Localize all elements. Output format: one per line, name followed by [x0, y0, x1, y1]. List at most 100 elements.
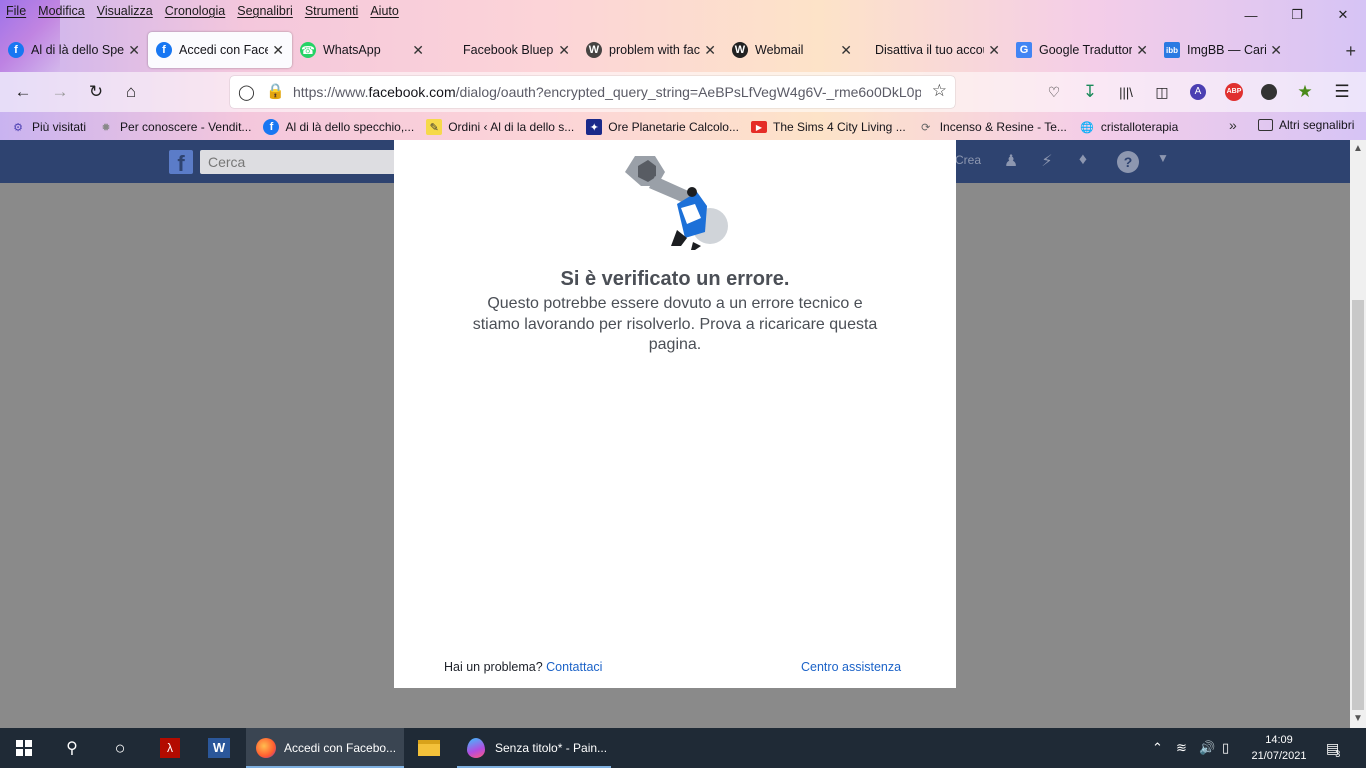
help-line: Hai un problema? Contattaci — [444, 660, 602, 674]
bookmark-label: Altri segnalibri — [1279, 118, 1355, 132]
bookmark-star-icon[interactable]: ☆ — [932, 81, 947, 101]
google-translate-icon: G — [1016, 42, 1032, 58]
bookmark-ore-planetarie[interactable]: ✦ Ore Planetarie Calcolo... — [586, 119, 739, 135]
tab-al-di-la[interactable]: f Al di là dello Spe ✕ — [0, 32, 148, 68]
bookmark-piu-visitati[interactable]: ⚙ Più visitati — [10, 119, 86, 135]
scrollbar-thumb[interactable] — [1352, 300, 1364, 710]
adblock-icon[interactable]: ABP — [1220, 78, 1248, 106]
tab-google-traduttore[interactable]: G Google Traduttor ✕ — [1008, 32, 1156, 68]
messenger-icon[interactable]: ⚡ — [1036, 151, 1058, 173]
menu-modifica[interactable]: Modifica — [38, 4, 85, 18]
tab-problem-with-fac[interactable]: W problem with fac ✕ — [578, 32, 724, 68]
browser-chrome: File Modifica Visualizza Cronologia Segn… — [0, 0, 1366, 140]
tab-label: Webmail — [755, 43, 804, 57]
close-icon[interactable]: ✕ — [128, 42, 140, 59]
bookmark-the-sims[interactable]: ▶ The Sims 4 City Living ... — [750, 120, 906, 134]
windows-taskbar: ⚲ ○ λ W Accedi con Facebo... Senza titol… — [0, 728, 1366, 768]
file-explorer-icon[interactable] — [405, 728, 453, 768]
new-tab-button[interactable]: + — [1345, 41, 1356, 62]
tab-label: Disattiva il tuo accou — [875, 43, 985, 57]
tab-whatsapp[interactable]: ☎ WhatsApp ✕ — [292, 32, 432, 68]
youtube-icon: ▶ — [750, 121, 767, 133]
facebook-icon: f — [156, 42, 172, 58]
volume-icon[interactable]: 🔊 — [1199, 740, 1215, 756]
close-icon[interactable]: ✕ — [1270, 42, 1282, 59]
tab-imgbb[interactable]: ibb ImgBB — Carica ✕ — [1156, 32, 1290, 68]
tab-accedi-con-facebook[interactable]: f Accedi con Faceb ✕ — [148, 32, 292, 68]
error-dialog: Si è verificato un errore. Questo potreb… — [394, 140, 956, 688]
bookmark-per-conoscere[interactable]: ✹ Per conoscere - Vendit... — [98, 119, 251, 135]
scroll-up-arrow-icon[interactable]: ▲ — [1350, 141, 1366, 157]
taskbar-app-firefox[interactable]: Accedi con Facebo... — [246, 728, 404, 768]
friends-icon[interactable]: ♟ — [1000, 151, 1022, 173]
restore-button[interactable]: ❐ — [1274, 0, 1320, 30]
system-clock[interactable]: 14:09 21/07/2021 — [1250, 732, 1308, 764]
menu-segnalibri[interactable]: Segnalibri — [237, 4, 293, 18]
pocket-icon[interactable]: ♡ — [1040, 78, 1068, 106]
sidebar-icon[interactable]: ◫ — [1148, 78, 1176, 106]
battery-icon[interactable]: ▯ — [1222, 740, 1229, 756]
taskbar-app-paint[interactable]: Senza titolo* - Pain... — [457, 728, 611, 768]
close-icon[interactable]: ✕ — [704, 42, 716, 59]
taskbar-app-label: Accedi con Facebo... — [284, 741, 397, 755]
close-icon[interactable]: ✕ — [840, 42, 852, 59]
home-button[interactable]: ⌂ — [117, 78, 145, 106]
menu-file[interactable]: File — [6, 4, 26, 18]
search-icon[interactable]: ⚲ — [48, 728, 96, 768]
facebook-search-input[interactable]: Cerca — [200, 150, 400, 174]
notifications-bell-icon[interactable]: ♦ — [1072, 151, 1094, 173]
close-icon[interactable]: ✕ — [988, 42, 1000, 59]
forward-button[interactable]: → — [46, 78, 74, 106]
close-icon[interactable]: ✕ — [1136, 42, 1148, 59]
web-page-content: f Cerca Crea ♟ ⚡ ♦ ? ▼ Si è verificato u… — [0, 140, 1350, 728]
account-icon[interactable]: A — [1184, 78, 1212, 106]
menu-aiuto[interactable]: Aiuto — [370, 4, 399, 18]
extension-alert-icon[interactable]: ★ — [1291, 78, 1319, 106]
window-controls: — ❐ ✕ — [1228, 0, 1366, 30]
bookmark-label: Ore Planetarie Calcolo... — [608, 120, 739, 134]
menu-visualizza[interactable]: Visualizza — [97, 4, 153, 18]
close-icon[interactable]: ✕ — [558, 42, 570, 59]
tab-facebook-blueprint[interactable]: Facebook Blueprint: F ✕ — [432, 32, 578, 68]
close-icon[interactable]: ✕ — [412, 42, 424, 59]
back-button[interactable]: ← — [9, 78, 37, 106]
extension-icon[interactable] — [1255, 78, 1283, 106]
acrobat-icon[interactable]: λ — [146, 728, 194, 768]
bookmark-label: Incenso & Resine - Te... — [939, 120, 1067, 134]
shield-icon[interactable]: ◯ — [238, 83, 255, 101]
chevron-down-icon[interactable]: ▼ — [1152, 151, 1174, 173]
scroll-down-arrow-icon[interactable]: ▼ — [1350, 711, 1366, 727]
minimize-button[interactable]: — — [1228, 0, 1274, 30]
chevron-right-icon[interactable]: » — [1229, 117, 1237, 133]
create-link[interactable]: Crea — [955, 153, 981, 167]
help-center-link[interactable]: Centro assistenza — [801, 660, 901, 674]
menu-cronologia[interactable]: Cronologia — [165, 4, 225, 18]
download-icon[interactable]: ↧ — [1076, 78, 1104, 106]
notifications-icon[interactable]: ▤3 — [1326, 740, 1344, 759]
menu-icon[interactable]: ☰ — [1328, 78, 1356, 106]
windows-start-icon[interactable] — [0, 728, 48, 768]
wifi-icon[interactable]: ≋ — [1176, 740, 1187, 756]
cortana-icon[interactable]: ○ — [96, 728, 144, 768]
bookmark-cristalloterapia[interactable]: 🌐 cristalloterapia — [1079, 119, 1178, 135]
close-icon[interactable]: ✕ — [272, 42, 284, 59]
menu-strumenti[interactable]: Strumenti — [305, 4, 359, 18]
bookmark-al-di-la[interactable]: f Al di là dello specchio,... — [263, 119, 414, 135]
url-bar[interactable]: ◯ 🔒 https://www.facebook.com/dialog/oaut… — [230, 76, 955, 108]
bookmark-incenso[interactable]: ⟳ Incenso & Resine - Te... — [918, 119, 1067, 135]
tab-webmail[interactable]: W Webmail ✕ — [724, 32, 860, 68]
vertical-scrollbar[interactable]: ▲ ▼ — [1350, 140, 1366, 728]
bookmark-altri-segnalibri[interactable]: Altri segnalibri — [1258, 118, 1354, 132]
url-text[interactable]: https://www.facebook.com/dialog/oauth?en… — [293, 84, 921, 100]
tab-disattiva[interactable]: Disattiva il tuo accou ✕ — [860, 32, 1008, 68]
library-icon[interactable]: |||\ — [1112, 78, 1140, 106]
word-icon[interactable]: W — [195, 728, 243, 768]
reload-button[interactable]: ↻ — [82, 78, 110, 106]
close-window-button[interactable]: ✕ — [1320, 0, 1366, 30]
lock-icon[interactable]: 🔒 — [266, 82, 285, 100]
show-hidden-icons-chevron-icon[interactable]: ⌃ — [1152, 740, 1163, 756]
contact-link[interactable]: Contattaci — [546, 660, 602, 674]
bookmark-ordini[interactable]: ✎ Ordini ‹ Al di la dello s... — [426, 119, 574, 135]
help-icon[interactable]: ? — [1117, 151, 1139, 173]
facebook-logo-icon[interactable]: f — [169, 150, 193, 176]
